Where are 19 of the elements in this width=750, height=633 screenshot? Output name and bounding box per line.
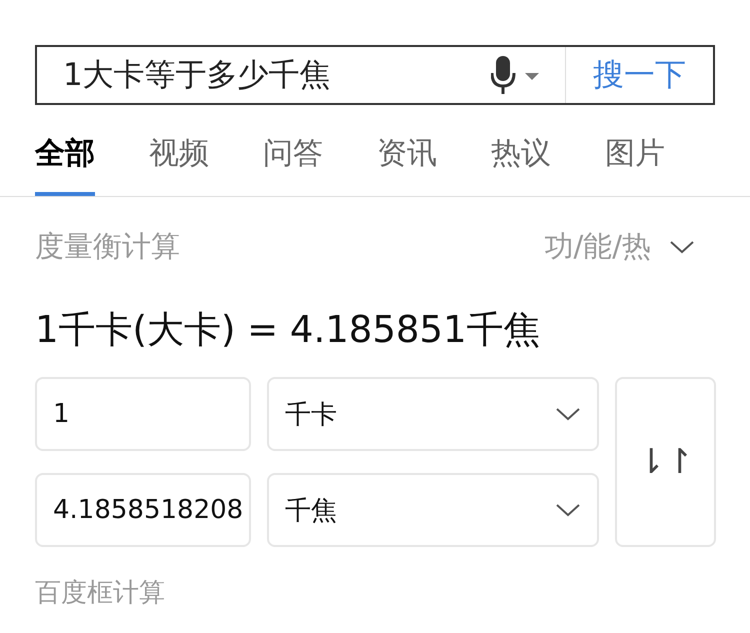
- section-title: 度量衡计算: [35, 228, 180, 265]
- chevron-down-icon: [669, 240, 695, 254]
- chevron-down-icon: [555, 407, 581, 421]
- tab[interactable]: 资讯: [377, 129, 437, 196]
- search-field[interactable]: 1大卡等于多少千焦 搜一下: [35, 45, 715, 105]
- microphone-icon[interactable]: [491, 55, 541, 95]
- unit-dropdown[interactable]: 千卡: [267, 377, 599, 451]
- tab[interactable]: 视频: [149, 129, 209, 196]
- tab[interactable]: 图片: [605, 129, 665, 196]
- swap-button[interactable]: ⇂↾: [615, 377, 716, 547]
- tab[interactable]: 热议: [491, 129, 551, 196]
- chevron-down-icon: [555, 503, 581, 517]
- tab[interactable]: 全部: [35, 129, 95, 196]
- unit-dropdown[interactable]: 千焦: [267, 473, 599, 547]
- conversion-result: 1千卡(大卡) = 4.185851千焦: [35, 307, 542, 353]
- value-field[interactable]: 4.1858518208: [35, 473, 251, 547]
- value-field[interactable]: 1: [35, 377, 251, 451]
- tab[interactable]: 问答: [263, 129, 323, 196]
- footer-text: 百度框计算: [35, 577, 166, 610]
